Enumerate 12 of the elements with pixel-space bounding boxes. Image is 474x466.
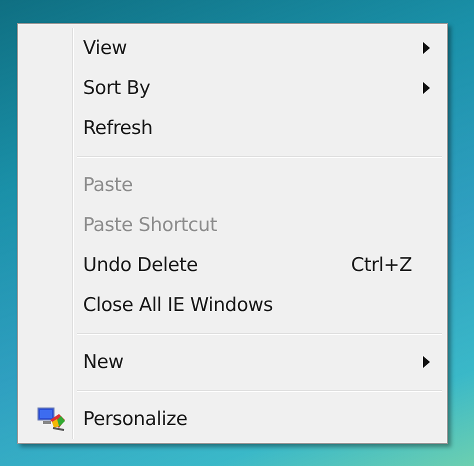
menu-item[interactable]: View xyxy=(83,37,444,59)
submenu-arrow-icon xyxy=(423,356,430,368)
menu-item[interactable]: Refresh xyxy=(83,117,444,139)
menu-item[interactable]: Sort By xyxy=(83,77,444,99)
menu-item[interactable]: Close All IE Windows xyxy=(83,294,444,316)
submenu-arrow-icon xyxy=(423,82,430,94)
menu-item[interactable]: New xyxy=(83,351,444,373)
display-settings-icon xyxy=(37,406,67,432)
menu-item[interactable]: Undo Delete xyxy=(83,254,352,276)
submenu-arrow-icon xyxy=(423,42,430,54)
menu-item[interactable]: Personalize xyxy=(83,408,444,430)
shortcut-text: Ctrl+Z xyxy=(351,254,412,276)
